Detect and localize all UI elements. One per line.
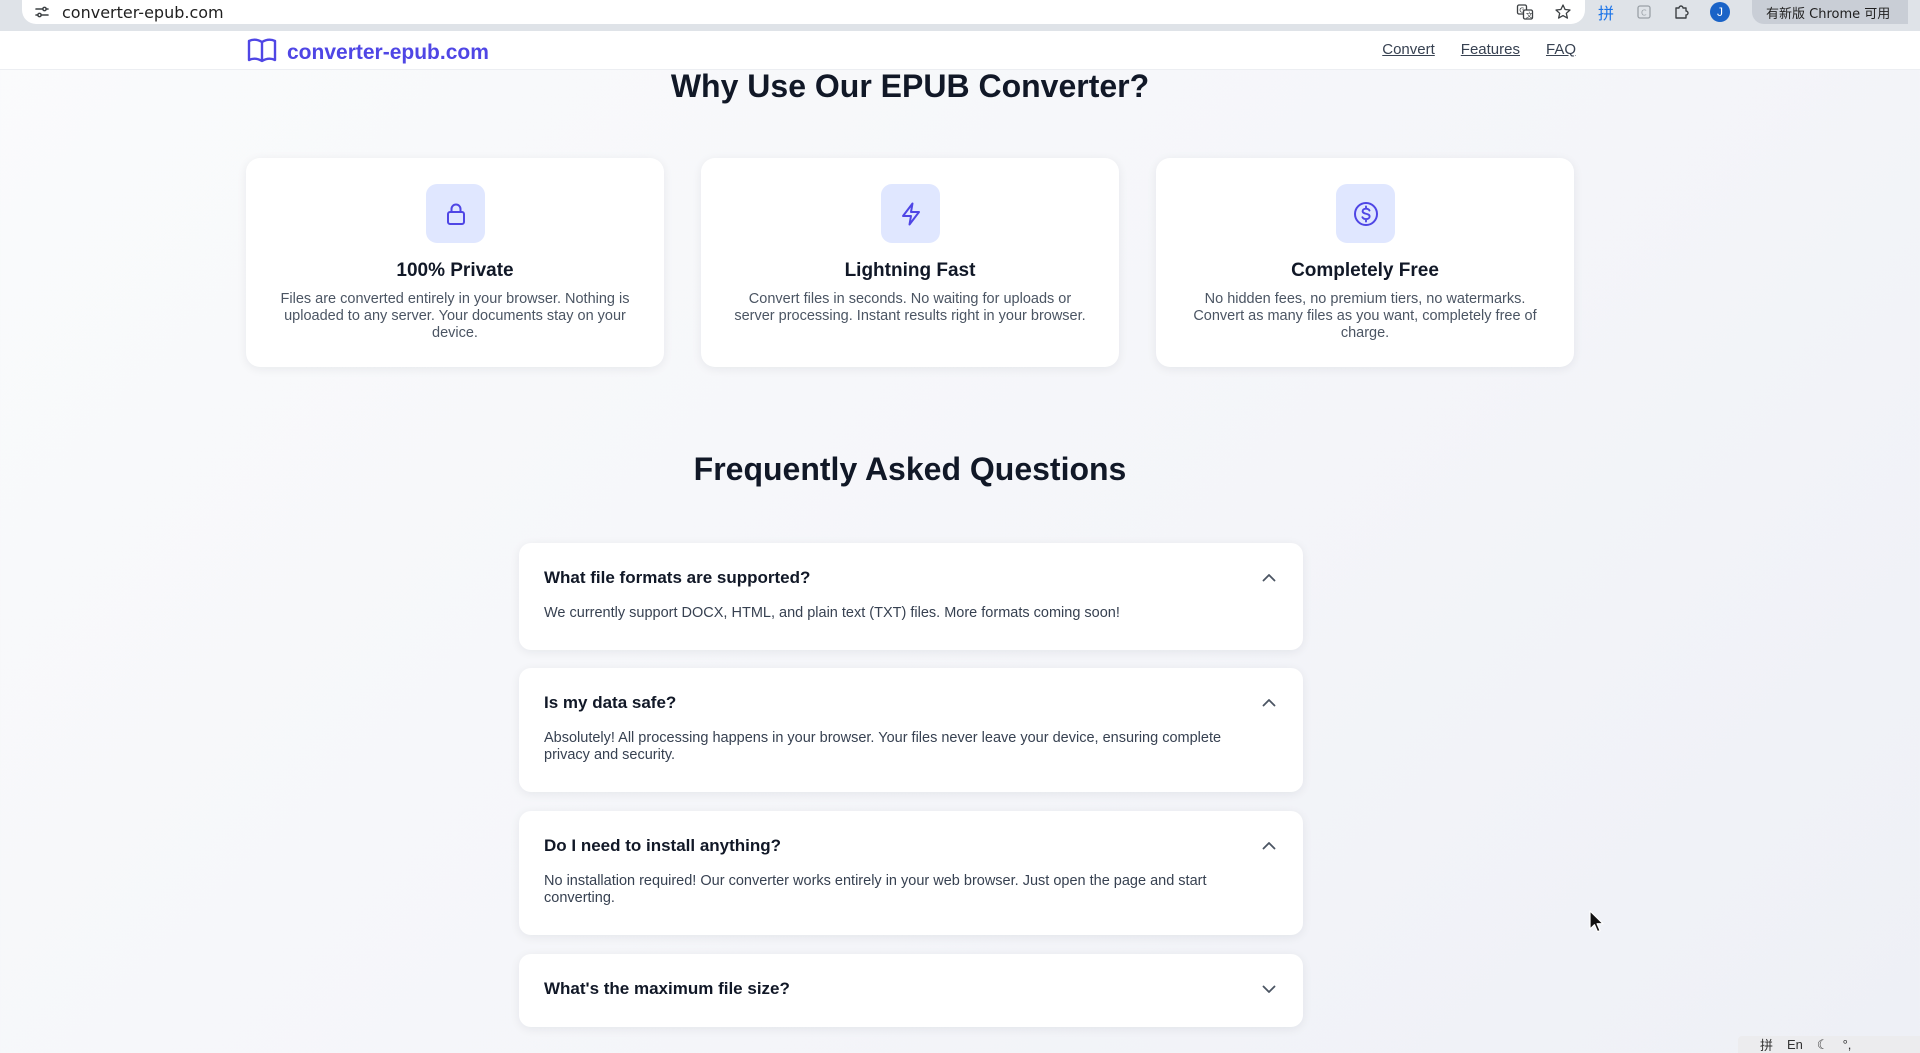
- feature-title: 100% Private: [396, 260, 514, 281]
- brand-name: converter-epub.com: [287, 40, 489, 64]
- language-indicator[interactable]: En: [1787, 1037, 1803, 1052]
- faq-item-data-safe[interactable]: Is my data safe? Absolutely! All process…: [519, 668, 1303, 792]
- chevron-up-icon[interactable]: [1260, 569, 1278, 587]
- nav-faq[interactable]: FAQ: [1546, 41, 1576, 58]
- faq-item-max-size[interactable]: What's the maximum file size?: [519, 954, 1303, 1027]
- feature-title: Completely Free: [1291, 260, 1439, 281]
- dollar-icon: [1336, 184, 1395, 243]
- puzzle-icon[interactable]: [1672, 2, 1692, 22]
- features-title: Why Use Our EPUB Converter?: [670, 68, 1150, 104]
- site-header: converter-epub.com Convert Features FAQ: [0, 31, 1920, 70]
- book-icon: [247, 37, 277, 68]
- feature-card-private: 100% Private Files are converted entirel…: [246, 158, 664, 367]
- nav-features[interactable]: Features: [1461, 41, 1520, 58]
- extension-c-icon[interactable]: C: [1634, 2, 1654, 22]
- faq-answer: We currently support DOCX, HTML, and pla…: [544, 605, 1120, 621]
- faq-item-install[interactable]: Do I need to install anything? No instal…: [519, 811, 1303, 935]
- faq-item-formats[interactable]: What file formats are supported? We curr…: [519, 543, 1303, 650]
- chevron-down-icon[interactable]: [1260, 980, 1278, 998]
- translate-icon[interactable]: G文: [1515, 2, 1535, 22]
- faq-answer: Absolutely! All processing happens in yo…: [544, 730, 1222, 763]
- main-nav: Convert Features FAQ: [1382, 41, 1576, 58]
- lightning-icon: [881, 184, 940, 243]
- faq-question[interactable]: What's the maximum file size?: [544, 979, 790, 999]
- faq-question[interactable]: Is my data safe?: [544, 693, 676, 713]
- feature-title: Lightning Fast: [844, 260, 976, 281]
- faq-question[interactable]: Do I need to install anything?: [544, 836, 781, 856]
- feature-description: Files are converted entirely in your bro…: [280, 291, 630, 341]
- nav-convert[interactable]: Convert: [1382, 41, 1435, 58]
- feature-description: Convert files in seconds. No waiting for…: [734, 291, 1086, 324]
- svg-text:G: G: [1519, 7, 1524, 15]
- faq-answer: No installation required! Our converter …: [544, 873, 1207, 906]
- chevron-up-icon[interactable]: [1260, 837, 1278, 855]
- ime-icon[interactable]: 拼: [1596, 2, 1616, 23]
- lock-icon: [426, 184, 485, 243]
- chrome-update-button[interactable]: 有新版 Chrome 可用: [1752, 0, 1909, 24]
- mouse-cursor-icon: [1589, 910, 1605, 939]
- ime-tray-icon[interactable]: 拼: [1760, 1035, 1773, 1053]
- brand-link[interactable]: converter-epub.com: [247, 37, 489, 68]
- faq-question[interactable]: What file formats are supported?: [544, 568, 810, 588]
- svg-text:C: C: [1641, 9, 1647, 18]
- feature-description: No hidden fees, no premium tiers, no wat…: [1193, 291, 1537, 341]
- chevron-up-icon[interactable]: [1260, 694, 1278, 712]
- feature-card-free: Completely Free No hidden fees, no premi…: [1156, 158, 1574, 367]
- system-tray: 拼 En ☾ °,: [1738, 1036, 1920, 1053]
- svg-text:文: 文: [1526, 11, 1533, 20]
- url-text[interactable]: converter-epub.com: [62, 3, 224, 22]
- profile-avatar[interactable]: J: [1710, 2, 1730, 22]
- address-bar[interactable]: converter-epub.com G文: [22, 0, 1585, 24]
- star-icon[interactable]: [1553, 2, 1573, 22]
- browser-toolbar: converter-epub.com G文 拼 C J 有新版 Chrome 可…: [0, 0, 1920, 31]
- moon-icon[interactable]: ☾: [1817, 1037, 1829, 1053]
- punctuation-icon[interactable]: °,: [1843, 1037, 1852, 1052]
- feature-card-fast: Lightning Fast Convert files in seconds.…: [701, 158, 1119, 367]
- site-info-icon[interactable]: [32, 2, 52, 22]
- faq-title: Frequently Asked Questions: [693, 451, 1127, 487]
